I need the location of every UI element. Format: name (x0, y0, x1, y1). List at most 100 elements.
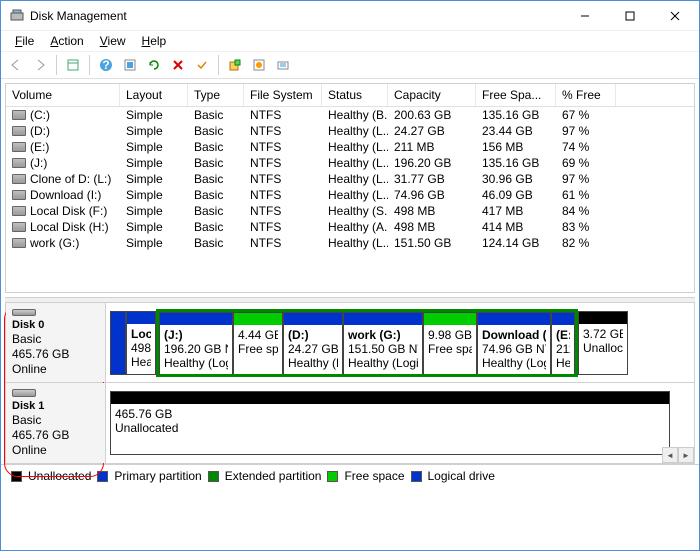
vol-name: Clone of D: (L:) (30, 172, 111, 186)
vol-type: Basic (188, 187, 244, 203)
disk-type: Basic (12, 413, 99, 427)
disk-header[interactable]: Disk 1 Basic 465.76 GB Online (6, 383, 106, 463)
drive-icon (12, 174, 26, 184)
toolbar: ? (1, 51, 699, 79)
menu-help[interactable]: Help (136, 32, 173, 50)
disk-row[interactable]: Disk 1 Basic 465.76 GB Online 465.76 GBU… (6, 383, 694, 463)
scroll-left-button[interactable]: ◄ (662, 447, 678, 463)
vol-pfree: 97 % (556, 171, 616, 187)
legend-primary: Primary partition (114, 469, 201, 483)
drive-icon (12, 158, 26, 168)
help-button[interactable]: ? (95, 54, 117, 76)
col-status[interactable]: Status (322, 84, 388, 106)
col-free[interactable]: Free Spa... (476, 84, 556, 106)
part-status: Healthy (L (288, 356, 338, 370)
vol-free: 46.09 GB (476, 187, 556, 203)
part-status: Healthy (Logi (348, 356, 418, 370)
table-header[interactable]: Volume Layout Type File System Status Ca… (6, 84, 694, 107)
vol-pfree: 74 % (556, 139, 616, 155)
action1-button[interactable] (224, 54, 246, 76)
col-capacity[interactable]: Capacity (388, 84, 476, 106)
table-row[interactable]: Download (I:)SimpleBasicNTFSHealthy (L..… (6, 187, 694, 203)
disk-header[interactable]: Disk 0 Basic 465.76 GB Online (6, 303, 106, 382)
table-row[interactable]: (E:)SimpleBasicNTFSHealthy (L...211 MB15… (6, 139, 694, 155)
disk-row[interactable]: Disk 0 Basic 465.76 GB Online Local498 M… (6, 303, 694, 383)
h-scroll[interactable]: ◄ ► (662, 447, 694, 463)
delete-button[interactable] (167, 54, 189, 76)
drive-icon (12, 142, 26, 152)
part-name: Local (131, 327, 151, 341)
partition[interactable]: Download (I74.96 GB NTFHealthy (Log (477, 312, 551, 376)
partition[interactable]: 9.98 GBFree space (423, 312, 477, 376)
part-name: (E: (556, 328, 570, 342)
vol-fs: NTFS (244, 187, 322, 203)
vol-fs: NTFS (244, 203, 322, 219)
refresh-button[interactable] (143, 54, 165, 76)
back-button[interactable] (5, 54, 27, 76)
part-size: 24.27 GB N (288, 342, 338, 356)
settings-button[interactable] (119, 54, 141, 76)
show-hide-button[interactable] (62, 54, 84, 76)
vol-layout: Simple (120, 187, 188, 203)
vol-pfree: 67 % (556, 107, 616, 123)
volume-table[interactable]: Volume Layout Type File System Status Ca… (5, 83, 695, 293)
col-layout[interactable]: Layout (120, 84, 188, 106)
table-row[interactable]: Local Disk (F:)SimpleBasicNTFSHealthy (S… (6, 203, 694, 219)
vol-status: Healthy (L... (322, 235, 388, 251)
col-pfree[interactable]: % Free (556, 84, 616, 106)
drive-icon (12, 126, 26, 136)
vol-type: Basic (188, 171, 244, 187)
vol-capacity: 200.63 GB (388, 107, 476, 123)
part-size: 211 (556, 342, 570, 356)
maximize-button[interactable] (607, 2, 652, 30)
action3-button[interactable] (272, 54, 294, 76)
col-volume[interactable]: Volume (6, 84, 120, 106)
table-row[interactable]: Local Disk (H:)SimpleBasicNTFSHealthy (A… (6, 219, 694, 235)
vol-pfree: 84 % (556, 203, 616, 219)
col-type[interactable]: Type (188, 84, 244, 106)
part-size: 151.50 GB NTF (348, 342, 418, 356)
table-row[interactable]: work (G:)SimpleBasicNTFSHealthy (L...151… (6, 235, 694, 251)
partition[interactable]: 3.72 GBUnallocat (578, 311, 628, 375)
close-button[interactable] (652, 2, 697, 30)
legend-extended: Extended partition (225, 469, 322, 483)
vol-capacity: 196.20 GB (388, 155, 476, 171)
legend-unallocated: Unallocated (28, 469, 91, 483)
vol-capacity: 74.96 GB (388, 187, 476, 203)
col-fs[interactable]: File System (244, 84, 322, 106)
menu-file[interactable]: File (9, 32, 40, 50)
menu-bar: File Action View Help (1, 31, 699, 51)
action2-button[interactable] (248, 54, 270, 76)
partition[interactable]: (J:)196.20 GB NTHealthy (Logi (159, 312, 233, 376)
partition[interactable] (110, 311, 126, 375)
partition[interactable]: 4.44 GBFree spac (233, 312, 283, 376)
minimize-button[interactable] (562, 2, 607, 30)
menu-view[interactable]: View (94, 32, 132, 50)
partition[interactable]: Local498 MHealtl (126, 311, 156, 375)
menu-action[interactable]: Action (44, 32, 89, 50)
scroll-right-button[interactable]: ► (678, 447, 694, 463)
svg-text:?: ? (102, 58, 109, 72)
table-row[interactable]: Clone of D: (L:)SimpleBasicNTFSHealthy (… (6, 171, 694, 187)
partition[interactable]: (E:211Hea (551, 312, 575, 376)
table-row[interactable]: (J:)SimpleBasicNTFSHealthy (L...196.20 G… (6, 155, 694, 171)
legend-swatch-logical (411, 471, 422, 482)
extended-partition[interactable]: (J:)196.20 GB NTHealthy (Logi4.44 GBFree… (156, 309, 578, 377)
partition[interactable]: work (G:)151.50 GB NTFHealthy (Logi (343, 312, 423, 376)
vol-status: Healthy (L... (322, 155, 388, 171)
partition[interactable]: (D:)24.27 GB NHealthy (L (283, 312, 343, 376)
vol-name: Local Disk (F:) (30, 204, 107, 218)
vol-status: Healthy (B... (322, 107, 388, 123)
vol-type: Basic (188, 219, 244, 235)
forward-button[interactable] (29, 54, 51, 76)
table-row[interactable]: (D:)SimpleBasicNTFSHealthy (L...24.27 GB… (6, 123, 694, 139)
check-button[interactable] (191, 54, 213, 76)
partition-area: Local498 MHealtl(J:)196.20 GB NTHealthy … (106, 303, 694, 382)
table-row[interactable]: (C:)SimpleBasicNTFSHealthy (B...200.63 G… (6, 107, 694, 123)
part-status: Healthy (Log (482, 356, 546, 370)
vol-free: 23.44 GB (476, 123, 556, 139)
partition[interactable]: 465.76 GBUnallocated (110, 391, 670, 455)
part-status: Hea (556, 356, 570, 370)
vol-layout: Simple (120, 203, 188, 219)
vol-layout: Simple (120, 123, 188, 139)
